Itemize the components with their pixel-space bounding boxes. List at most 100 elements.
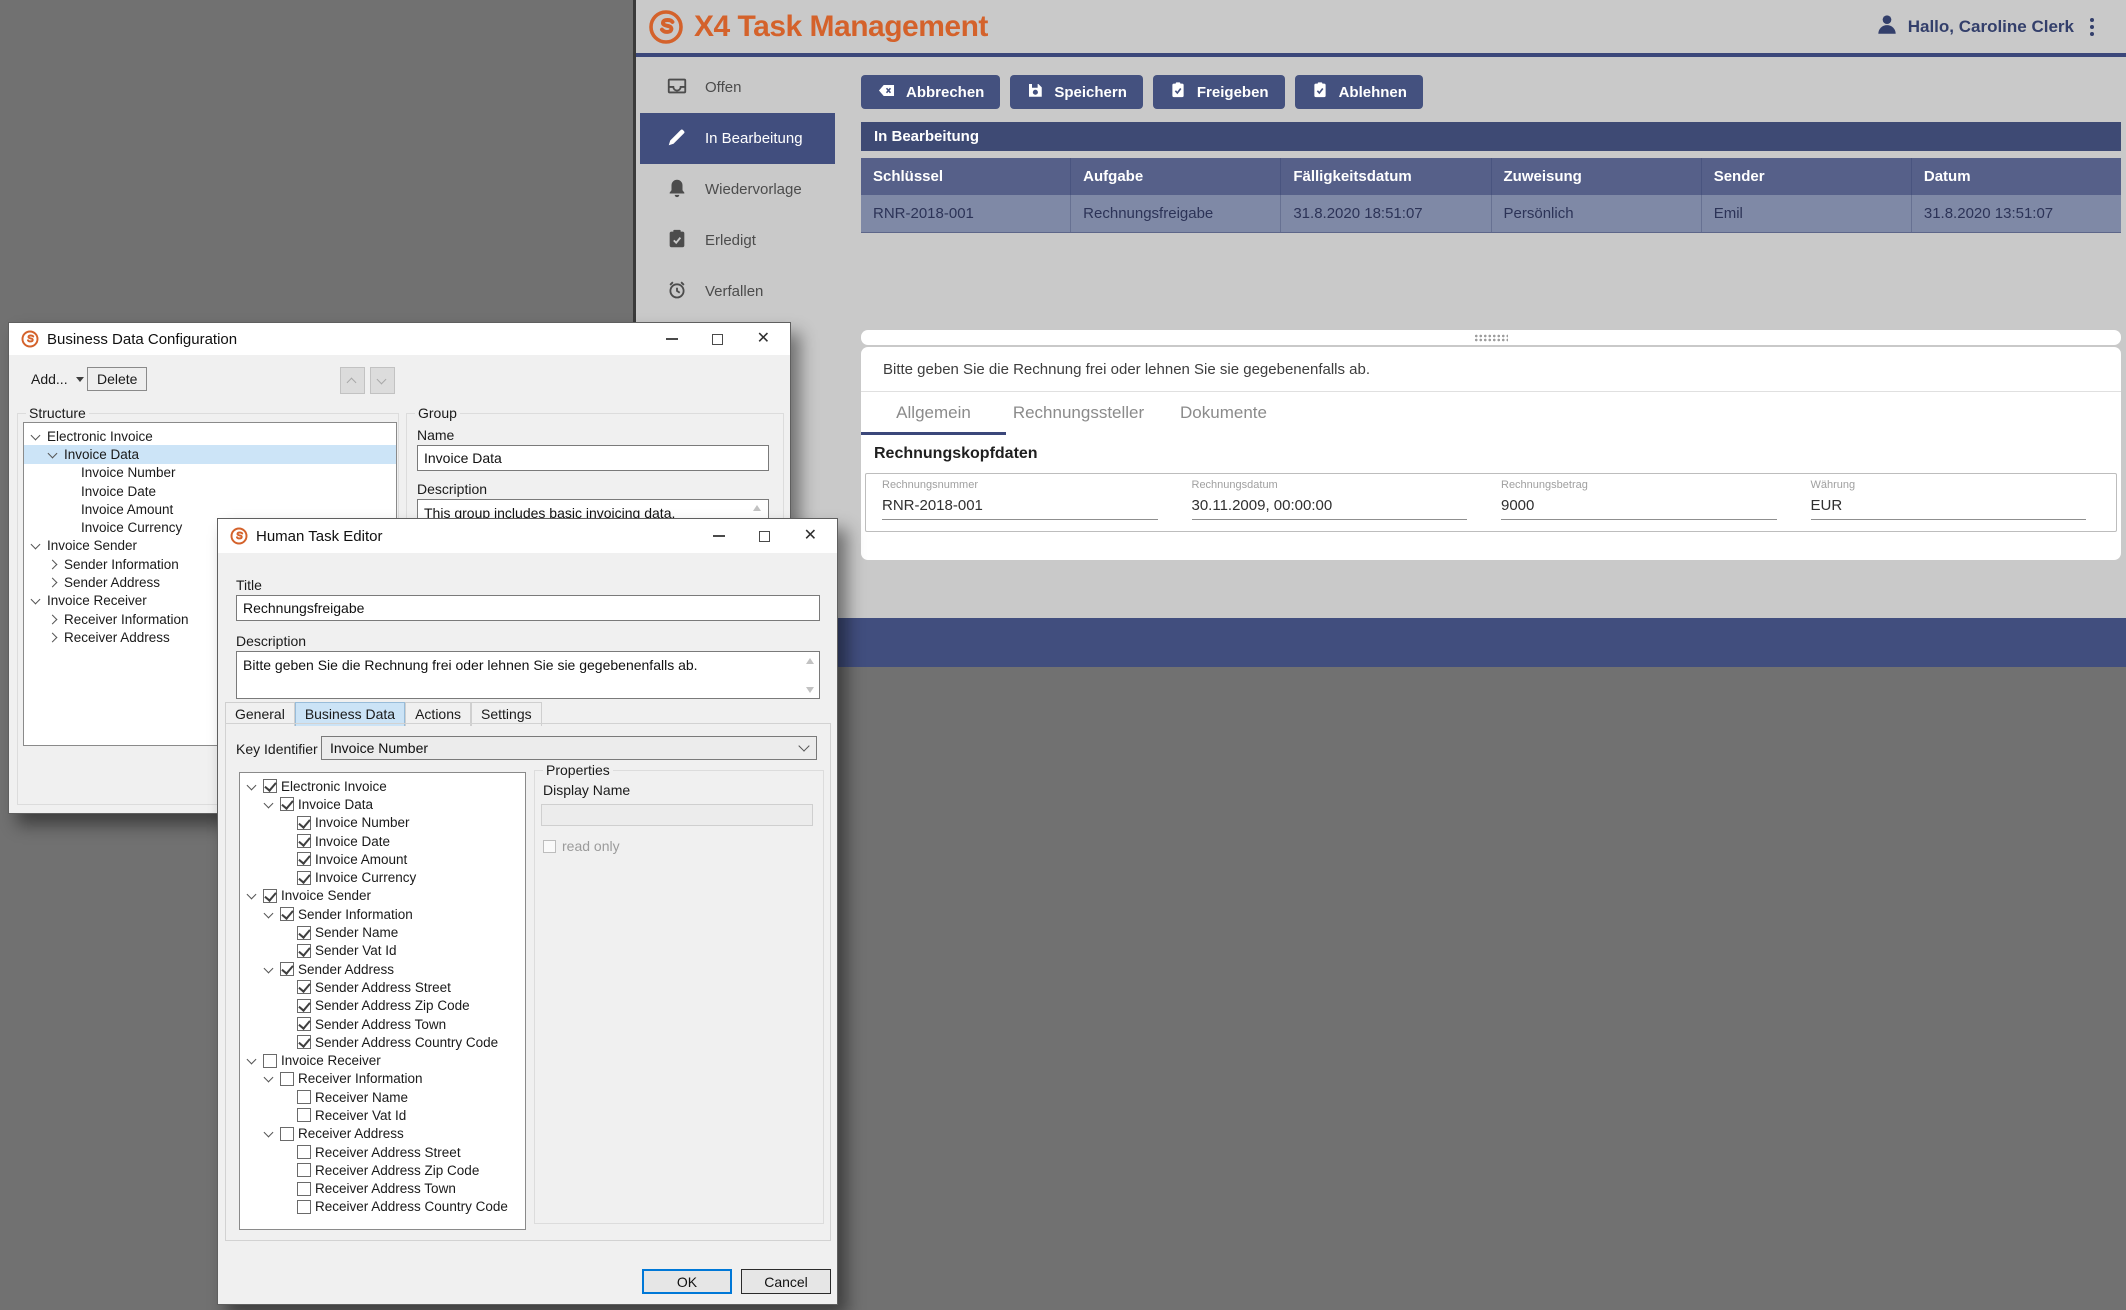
checkbox[interactable] [280,1127,294,1141]
checkbox[interactable] [263,1054,277,1068]
window-titlebar[interactable]: Human Task Editor ✕ [218,519,837,553]
column-header[interactable]: Schlüssel [861,158,1070,195]
chevron-right-icon[interactable] [47,558,60,571]
tree-item[interactable]: Sender Name [240,923,525,941]
tree-item[interactable]: Sender Address Town [240,1015,525,1033]
tree-item[interactable]: Invoice Currency [240,868,525,886]
tab-allgemein[interactable]: Allgemein [861,392,1006,435]
checkbox[interactable] [297,816,311,830]
tree-item[interactable]: Receiver Address Country Code [240,1198,525,1216]
checkbox[interactable] [297,1182,311,1196]
chevron-down-icon[interactable] [246,1054,259,1067]
tree-item[interactable]: Invoice Number [24,464,396,482]
tree-item[interactable]: Receiver Address Street [240,1143,525,1161]
sidebar-item-erledigt[interactable]: Erledigt [640,215,835,266]
field-rechnungsnummer[interactable]: Rechnungsnummer RNR-2018-001 [872,474,1182,531]
chevron-down-icon[interactable] [263,1072,276,1085]
tab-dokumente[interactable]: Dokumente [1151,392,1296,435]
delete-button[interactable]: Delete [87,367,147,391]
sidebar-item-verfallen[interactable]: Verfallen [640,266,835,317]
tree-item[interactable]: Invoice Receiver [240,1051,525,1069]
field-rechnungsdatum[interactable]: Rechnungsdatum 30.11.2009, 00:00:00 [1182,474,1492,531]
chevron-down-icon[interactable] [263,908,276,921]
minimize-icon[interactable] [713,535,725,537]
chevron-down-icon[interactable] [263,1127,276,1140]
abbrechen-button[interactable]: Abbrechen [861,75,1000,109]
chevron-right-icon[interactable] [47,631,60,644]
checkbox[interactable] [263,779,277,793]
column-header[interactable]: Aufgabe [1070,158,1280,195]
tree-item[interactable]: Electronic Invoice [24,427,396,445]
tree-item[interactable]: Receiver Vat Id [240,1106,525,1124]
column-header[interactable]: Sender [1701,158,1911,195]
tree-item[interactable]: Invoice Date [240,832,525,850]
sidebar-item-offen[interactable]: Offen [640,62,835,113]
checkbox[interactable] [297,1200,311,1214]
move-up-button[interactable] [340,367,365,394]
speichern-button[interactable]: Speichern [1010,75,1143,109]
chevron-down-icon[interactable] [263,963,276,976]
checkbox[interactable] [297,852,311,866]
tree-item[interactable]: Receiver Address Town [240,1180,525,1198]
ok-button[interactable]: OK [642,1269,732,1294]
tree-item[interactable]: Sender Address Zip Code [240,997,525,1015]
checkbox[interactable] [297,1145,311,1159]
tree-item[interactable]: Receiver Address [240,1125,525,1143]
checkbox[interactable] [297,1163,311,1177]
checkbox[interactable] [280,797,294,811]
scroll-down-icon[interactable] [806,687,814,693]
chevron-right-icon[interactable] [47,576,60,589]
chevron-down-icon[interactable] [30,539,43,552]
checkbox[interactable] [297,980,311,994]
checkbox[interactable] [297,1017,311,1031]
field-waehrung[interactable]: Währung EUR [1801,474,2111,531]
maximize-icon[interactable] [712,334,723,345]
column-header[interactable]: Fälligkeitsdatum [1280,158,1490,195]
field-rechnungsbetrag[interactable]: Rechnungsbetrag 9000 [1491,474,1801,531]
close-icon[interactable]: ✕ [804,528,817,544]
checkbox[interactable] [297,1108,311,1122]
minimize-icon[interactable] [666,338,678,340]
tree-item[interactable]: Receiver Name [240,1088,525,1106]
checkbox[interactable] [297,1035,311,1049]
checkbox[interactable] [280,907,294,921]
tree-item[interactable]: Receiver Address Zip Code [240,1161,525,1179]
group-name-input[interactable]: Invoice Data [417,445,769,471]
chevron-down-icon[interactable] [246,780,259,793]
read-only-checkbox[interactable] [543,840,556,853]
tree-item[interactable]: Invoice Data [24,445,396,463]
checkbox[interactable] [280,1072,294,1086]
display-name-input[interactable] [541,804,813,826]
column-header[interactable]: Zuweisung [1491,158,1701,195]
chevron-down-icon[interactable] [47,448,60,461]
tree-item[interactable]: Sender Address Street [240,978,525,996]
checkbox[interactable] [280,962,294,976]
cancel-button[interactable]: Cancel [741,1269,831,1294]
tree-item[interactable]: Receiver Information [240,1070,525,1088]
tree-item[interactable]: Electronic Invoice [240,777,525,795]
chevron-right-icon[interactable] [47,613,60,626]
table-row[interactable]: RNR-2018-001 Rechnungsfreigabe 31.8.2020… [861,195,2121,233]
checkbox[interactable] [297,871,311,885]
tree-item[interactable]: Sender Address [240,960,525,978]
chevron-down-icon[interactable] [246,889,259,902]
tree-item[interactable]: Sender Information [240,905,525,923]
window-titlebar[interactable]: Business Data Configuration ✕ [9,323,790,355]
scroll-up-icon[interactable] [806,658,814,664]
ablehnen-button[interactable]: Ablehnen [1295,75,1423,109]
tree-item[interactable]: Invoice Sender [240,887,525,905]
chevron-down-icon[interactable] [263,798,276,811]
checkbox[interactable] [297,1090,311,1104]
chevron-down-icon[interactable] [30,594,43,607]
add-dropdown[interactable]: Add... [31,371,84,387]
tree-item[interactable]: Sender Address Country Code [240,1033,525,1051]
task-title-input[interactable]: Rechnungsfreigabe [236,595,820,621]
close-icon[interactable]: ✕ [757,331,770,347]
checkbox[interactable] [263,889,277,903]
task-description-textarea[interactable]: Bitte geben Sie die Rechnung frei oder l… [236,651,820,699]
tree-item[interactable]: Invoice Data [240,795,525,813]
checkbox[interactable] [297,834,311,848]
key-identifier-select[interactable]: Invoice Number [321,736,817,760]
sidebar-item-wiedervorlage[interactable]: Wiedervorlage [640,164,835,215]
tree-item[interactable]: Invoice Date [24,482,396,500]
